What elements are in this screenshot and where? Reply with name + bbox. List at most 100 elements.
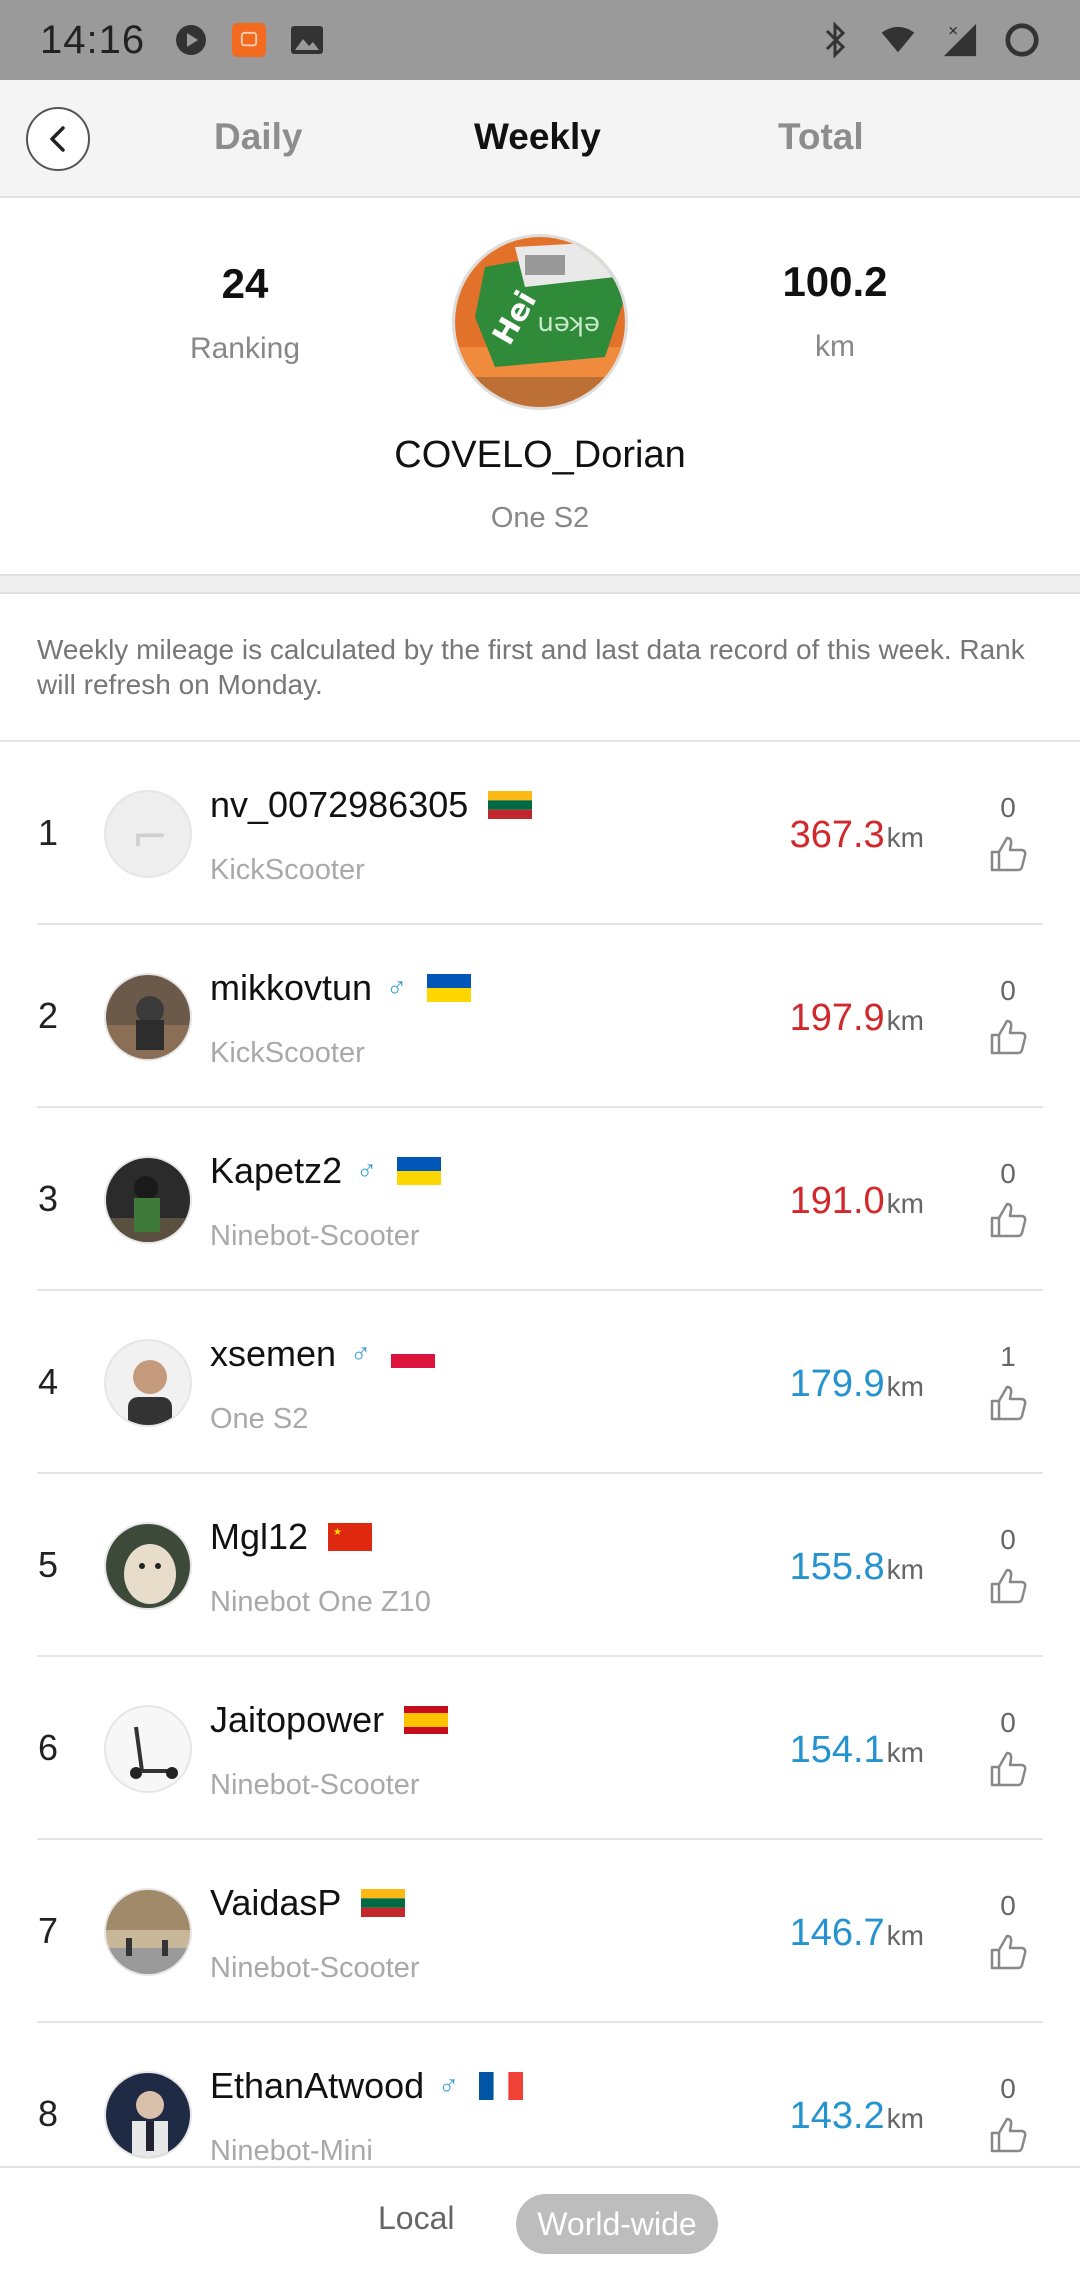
rank-number: 4 bbox=[38, 1361, 59, 1402]
user-avatar[interactable] bbox=[104, 2071, 192, 2159]
thumbs-up-icon[interactable] bbox=[988, 2115, 1028, 2155]
rank-number: 5 bbox=[38, 1544, 59, 1585]
username: mikkovtun ♂ bbox=[210, 967, 472, 1009]
vehicle-model: Ninebot One Z10 bbox=[210, 1586, 431, 1618]
user-avatar[interactable] bbox=[104, 1705, 192, 1793]
like-group: 0 bbox=[978, 2073, 1038, 2155]
username-text: nv_0072986305 bbox=[210, 784, 469, 825]
username-text: mikkovtun bbox=[210, 967, 373, 1008]
distance-value: 197.9 bbox=[789, 997, 885, 1039]
leaderboard-row[interactable]: 7 VaidasP Ninebot-Scooter 146.7km 0 bbox=[0, 1840, 1080, 2023]
male-icon: ♂ bbox=[386, 972, 408, 1003]
flag-poland-icon bbox=[391, 1340, 436, 1368]
thumbs-up-icon[interactable] bbox=[988, 1566, 1028, 1606]
battery-loading-icon bbox=[1004, 22, 1040, 58]
ranking-value: 24 bbox=[221, 260, 269, 307]
thumbs-up-icon[interactable] bbox=[988, 1383, 1028, 1423]
male-icon: ♂ bbox=[350, 1338, 372, 1369]
flag-france-icon bbox=[479, 2072, 524, 2100]
distance-unit: km bbox=[886, 1371, 924, 1402]
rank-number: 7 bbox=[38, 1910, 59, 1951]
rank-number: 2 bbox=[38, 995, 59, 1036]
leaderboard-row[interactable]: 1 ⌐ nv_0072986305 KickScooter 367.3km 0 bbox=[0, 742, 1080, 925]
user-avatar[interactable] bbox=[104, 973, 192, 1061]
like-group: 1 bbox=[978, 1341, 1038, 1423]
rank-number: 8 bbox=[38, 2093, 59, 2134]
scope-switcher: Local World-wide bbox=[0, 2166, 1080, 2280]
username: Mgl12 ★ bbox=[210, 1516, 373, 1558]
my-ranking-card: 24 Ranking Hei eken 100.2 km COVELO_Dori… bbox=[0, 198, 1080, 574]
like-count: 0 bbox=[1000, 1524, 1016, 1555]
username: Kapetz2 ♂ bbox=[210, 1150, 442, 1192]
thumbs-up-icon[interactable] bbox=[988, 1017, 1028, 1057]
flag-ukraine-icon bbox=[427, 974, 472, 1002]
my-username: COVELO_Dorian bbox=[394, 434, 686, 476]
local-tab[interactable]: Local bbox=[378, 2200, 455, 2237]
thumbs-up-icon[interactable] bbox=[988, 1200, 1028, 1240]
my-vehicle-model: One S2 bbox=[490, 502, 590, 534]
media-icon bbox=[173, 22, 209, 58]
like-count: 0 bbox=[1000, 975, 1016, 1006]
distance: 179.9km bbox=[790, 1363, 924, 1406]
thumbs-up-icon[interactable] bbox=[988, 1749, 1028, 1789]
flag-lithuania-icon bbox=[361, 1889, 406, 1917]
vehicle-model: Ninebot-Scooter bbox=[210, 1769, 420, 1801]
leaderboard-row[interactable]: 6 Jaitopower Ninebot-Scooter 154.1km 0 bbox=[0, 1657, 1080, 1840]
user-avatar[interactable] bbox=[104, 1156, 192, 1244]
distance-unit: km bbox=[886, 822, 924, 853]
like-count: 0 bbox=[1000, 1158, 1016, 1189]
svg-text:⌐: ⌐ bbox=[132, 812, 169, 863]
like-count: 0 bbox=[1000, 1707, 1016, 1738]
app-notification-icon bbox=[231, 22, 267, 58]
my-ranking: 24 Ranking bbox=[145, 260, 345, 366]
distance: 143.2km bbox=[790, 2095, 924, 2138]
flag-ukraine-icon bbox=[397, 1157, 442, 1185]
like-group: 0 bbox=[978, 975, 1038, 1057]
like-group: 0 bbox=[978, 1707, 1038, 1789]
distance: 146.7km bbox=[790, 1912, 924, 1955]
user-avatar[interactable] bbox=[104, 1522, 192, 1610]
user-avatar[interactable] bbox=[104, 1339, 192, 1427]
worldwide-tab[interactable]: World-wide bbox=[516, 2194, 718, 2254]
distance-value: 154.1 bbox=[789, 1729, 885, 1771]
tab-total[interactable]: Total bbox=[778, 116, 864, 158]
thumbs-up-icon[interactable] bbox=[988, 1932, 1028, 1972]
user-avatar[interactable] bbox=[104, 1888, 192, 1976]
distance-unit: km bbox=[886, 1737, 924, 1768]
distance-value: 155.8 bbox=[789, 1546, 885, 1588]
username: xsemen ♂ bbox=[210, 1333, 436, 1375]
username: nv_0072986305 bbox=[210, 784, 533, 826]
distance-value: 100.2 bbox=[782, 258, 888, 305]
wifi-icon bbox=[880, 22, 916, 58]
distance-value: 367.3 bbox=[789, 814, 885, 856]
thumbs-up-icon[interactable] bbox=[988, 834, 1028, 874]
rank-number: 6 bbox=[38, 1727, 59, 1768]
distance: 197.9km bbox=[790, 997, 924, 1040]
distance: 154.1km bbox=[790, 1729, 924, 1772]
username-text: VaidasP bbox=[210, 1882, 342, 1923]
distance-value: 191.0 bbox=[789, 1180, 885, 1222]
tab-weekly[interactable]: Weekly bbox=[474, 116, 601, 158]
svg-text:★: ★ bbox=[333, 1527, 342, 1538]
user-avatar[interactable]: ⌐ bbox=[104, 790, 192, 878]
leaderboard-row[interactable]: 2 mikkovtun ♂ KickScooter 197.9km 0 bbox=[0, 925, 1080, 1108]
ranking-label: Ranking bbox=[189, 332, 301, 365]
username-text: Jaitopower bbox=[210, 1699, 385, 1740]
tab-daily[interactable]: Daily bbox=[214, 116, 302, 158]
username-text: Mgl12 bbox=[210, 1516, 309, 1557]
section-divider bbox=[0, 574, 1080, 594]
username-text: xsemen bbox=[210, 1333, 337, 1374]
flag-lithuania-icon bbox=[488, 791, 533, 819]
flag-china-icon: ★ bbox=[328, 1523, 373, 1551]
status-time: 14:16 bbox=[40, 17, 146, 62]
my-avatar[interactable]: Hei eken bbox=[452, 234, 628, 410]
rank-number: 1 bbox=[38, 812, 59, 853]
like-count: 0 bbox=[1000, 1890, 1016, 1921]
weekly-info-note: Weekly mileage is calculated by the firs… bbox=[37, 634, 1025, 700]
leaderboard-row[interactable]: 4 xsemen ♂ One S2 179.9km 1 bbox=[0, 1291, 1080, 1474]
leaderboard-row[interactable]: 3 Kapetz2 ♂ Ninebot-Scooter 191.0km 0 bbox=[0, 1108, 1080, 1291]
distance-value: 143.2 bbox=[789, 2095, 885, 2137]
svg-text:✕: ✕ bbox=[948, 24, 959, 39]
leaderboard-row[interactable]: 5 Mgl12 ★ Ninebot One Z10 155.8km 0 bbox=[0, 1474, 1080, 1657]
username: Jaitopower bbox=[210, 1699, 449, 1741]
